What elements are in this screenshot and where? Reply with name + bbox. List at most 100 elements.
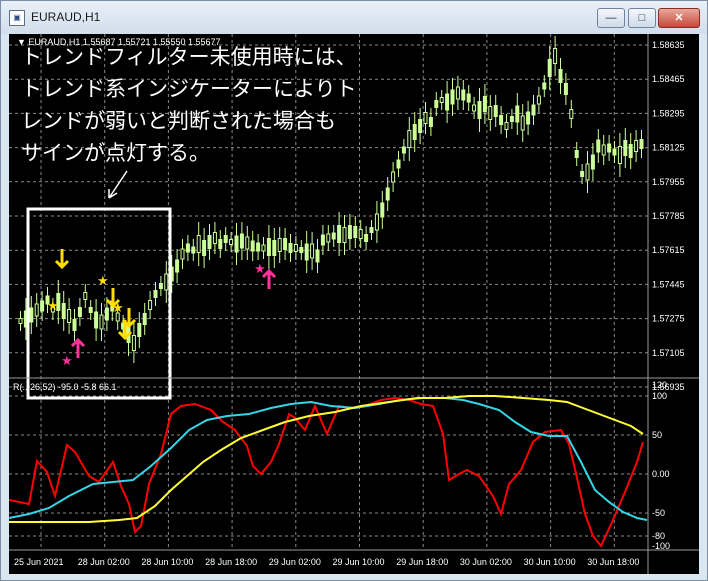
candle-body [418, 119, 423, 133]
candle-body [634, 140, 639, 152]
minimize-button[interactable]: — [597, 8, 625, 28]
candle-body [153, 290, 158, 298]
annotation-line-3: レンドが弱いと判断された場合も [21, 110, 336, 133]
candle-body [94, 311, 99, 329]
candle-body [99, 314, 104, 330]
candle-body [250, 240, 255, 252]
candle-body [299, 247, 304, 253]
chart-window: ▣ EURAUD,H1 — □ ✕ ★ ★ ★ ★ ★ ▼ EURAUD,H1 1.55… [0, 0, 708, 581]
candle-body [315, 249, 320, 263]
candle-body [482, 96, 487, 112]
sell-star-icon: ★ [47, 299, 59, 314]
candle-body [72, 319, 77, 331]
candle-body [158, 283, 163, 289]
candle-body [536, 95, 541, 105]
chart-window-icon: ▣ [9, 10, 25, 26]
annotation-text: トレンドフィルター未使用時には、 トレンド系インジケーターによりト レンドが弱い… [21, 42, 371, 170]
price-tick-label: 1.57615 [652, 245, 685, 255]
indicator-tick-label: 120 [652, 380, 667, 390]
candle-body [234, 235, 239, 253]
indicator-tick-label: 0.00 [652, 469, 670, 479]
candle-body [574, 150, 579, 158]
candle-body [272, 240, 277, 256]
candle-body [639, 139, 644, 149]
time-tick-label: 25 Jun 2021 [14, 557, 64, 567]
indicator-tick-label: 100 [652, 391, 667, 401]
indicator-tick-label: -100 [652, 541, 670, 551]
candle-body [445, 93, 450, 111]
time-tick-label: 29 Jun 18:00 [396, 557, 448, 567]
candle-body [229, 239, 234, 245]
time-tick-label: 28 Jun 02:00 [78, 557, 130, 567]
candle-body [369, 227, 374, 233]
title-bar[interactable]: ▣ EURAUD,H1 — □ ✕ [1, 1, 707, 34]
candle-body [88, 307, 93, 313]
candle-body [423, 112, 428, 124]
window-title: EURAUD,H1 [31, 10, 101, 24]
price-tick-label: 1.57785 [652, 211, 685, 221]
candle-body [83, 292, 88, 300]
candle-body [520, 115, 525, 131]
candle-body [499, 115, 504, 125]
candle-body [77, 307, 82, 317]
price-tick-label: 1.57445 [652, 279, 685, 289]
candle-body [542, 82, 547, 90]
candle-body [40, 300, 45, 312]
candle-body [29, 307, 34, 323]
candle-body [202, 240, 207, 256]
time-tick-label: 30 Jun 18:00 [587, 557, 639, 567]
candle-body [391, 171, 396, 183]
candle-body [342, 227, 347, 243]
candle-body [180, 248, 185, 260]
close-button[interactable]: ✕ [658, 8, 700, 28]
indicator-info-line: R(..,26,52) -95.0 -5.8 66.1 [13, 382, 117, 392]
annotation-line-2: トレンド系インジケーターによりト [21, 78, 357, 101]
candle-body [239, 233, 244, 249]
maximize-button[interactable]: □ [628, 8, 656, 28]
candle-body [104, 307, 109, 321]
indicator-tick-label: 50 [652, 430, 662, 440]
time-tick-label: 28 Jun 18:00 [205, 557, 257, 567]
candle-body [212, 232, 217, 244]
sell-star-icon: ★ [112, 301, 124, 316]
candle-body [374, 213, 379, 231]
price-chart-area[interactable]: ★ ★ ★ ★ ★ ▼ EURAUD,H1 1.55687 1.55721 1.5555… [9, 34, 699, 574]
candle-body [245, 236, 250, 250]
time-tick-label: 28 Jun 10:00 [141, 557, 193, 567]
candle-body [412, 124, 417, 140]
price-tick-label: 1.57275 [652, 314, 685, 324]
price-tick-label: 1.57955 [652, 177, 685, 187]
candle-body [396, 159, 401, 169]
candle-body [547, 59, 552, 77]
indicator-tick-label: -50 [652, 508, 665, 518]
candle-body [256, 242, 261, 252]
time-tick-label: 30 Jun 10:00 [524, 557, 576, 567]
candle-body [585, 163, 590, 181]
candle-body [553, 48, 558, 64]
candle-body [320, 234, 325, 246]
candle-body [601, 144, 606, 156]
candle-body [428, 117, 433, 127]
candle-body [569, 109, 574, 119]
price-tick-label: 1.57105 [652, 348, 685, 358]
candle-body [461, 89, 466, 101]
candle-body [207, 235, 212, 249]
candle-body [196, 235, 201, 253]
candle-body [18, 318, 23, 324]
candle-body [277, 238, 282, 252]
candle-body [526, 111, 531, 125]
candle-body [531, 104, 536, 116]
price-tick-label: 1.58465 [652, 74, 685, 84]
candle-body [191, 246, 196, 254]
candle-body [623, 140, 628, 156]
candle-body [407, 130, 412, 148]
time-tick-label: 29 Jun 02:00 [269, 557, 321, 567]
candle-body [185, 243, 190, 253]
candle-body [590, 154, 595, 170]
candle-body [353, 226, 358, 238]
candle-body [455, 86, 460, 100]
candle-body [364, 234, 369, 242]
candle-body [223, 235, 228, 243]
price-tick-label: 1.58125 [652, 143, 685, 153]
candle-body [164, 273, 169, 291]
